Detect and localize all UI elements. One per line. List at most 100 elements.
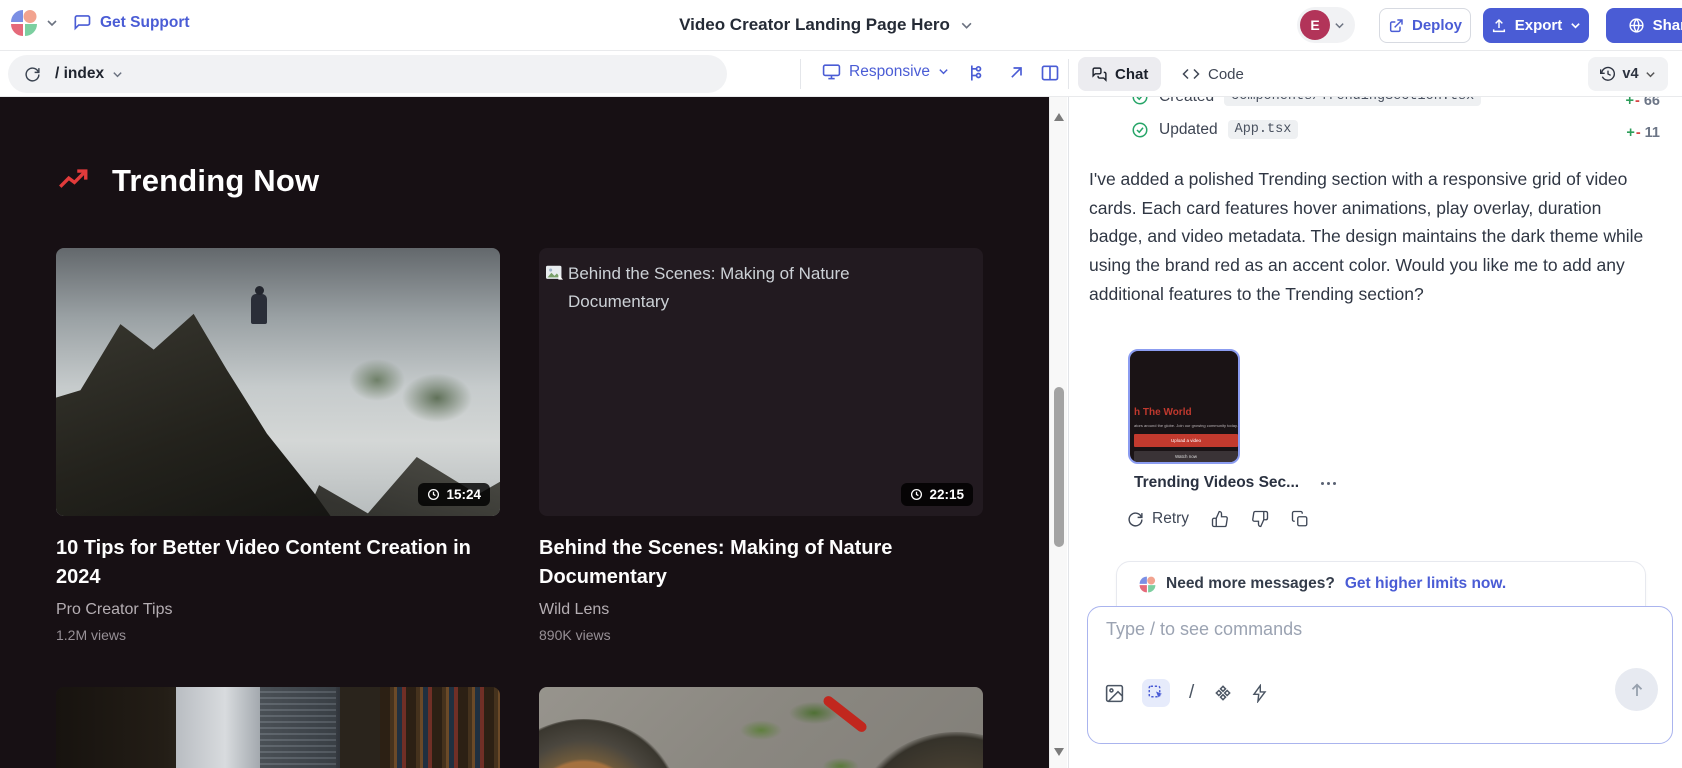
video-thumbnail[interactable] [539, 687, 983, 768]
duration-badge: 22:15 [901, 483, 973, 506]
attach-image-icon[interactable] [1104, 683, 1125, 704]
component-icon[interactable] [966, 63, 986, 83]
scroll-up-arrow[interactable] [1054, 113, 1064, 121]
more-options-icon[interactable] [1317, 478, 1340, 489]
check-circle-icon [1131, 121, 1149, 139]
send-button[interactable] [1615, 668, 1658, 711]
device-label: Responsive [849, 63, 930, 81]
message-input[interactable] [1106, 619, 1566, 659]
share-label: Share [1653, 17, 1682, 34]
code-icon [1182, 65, 1200, 83]
clock-icon [427, 488, 440, 501]
arrow-up-icon [1628, 681, 1646, 699]
attachment-thumbnail[interactable]: h The World ators around the globe. Join… [1128, 349, 1240, 464]
figma-diamonds-icon[interactable] [1213, 683, 1233, 703]
retry-label: Retry [1152, 510, 1189, 528]
export-button[interactable]: Export [1483, 8, 1589, 43]
history-icon [1600, 66, 1616, 82]
account-menu[interactable]: E [1297, 7, 1355, 43]
device-chevron-down-icon [938, 66, 949, 77]
deploy-button[interactable]: Deploy [1379, 8, 1471, 43]
file-name-chip: components/TrendingSection.tsx [1224, 97, 1481, 106]
preview-scrollbar[interactable] [1049, 97, 1067, 768]
message-actions: Retry [1127, 510, 1309, 528]
get-support-label: Get Support [100, 14, 190, 32]
divider [800, 59, 801, 89]
app-logo-icon[interactable] [10, 9, 38, 37]
video-card[interactable]: 15:24 10 Tips for Better Video Content C… [56, 248, 500, 643]
export-chevron-down-icon [1570, 20, 1581, 31]
duration-badge: 15:24 [418, 483, 490, 506]
avatar-chevron-down-icon [1334, 20, 1345, 31]
image-alt-text: Behind the Scenes: Making of Nature Docu… [568, 260, 884, 316]
diff-stats: +-11 [1626, 125, 1660, 141]
clock-icon [910, 488, 923, 501]
device-selector[interactable]: Responsive [822, 62, 949, 81]
attachment-label: Trending Videos Sec... [1134, 474, 1299, 492]
url-bar[interactable]: / index [8, 55, 727, 93]
file-action: Updated [1159, 121, 1218, 139]
scroll-down-arrow[interactable] [1054, 748, 1064, 756]
broken-image-icon [545, 265, 564, 316]
chat-panel: Created components/TrendingSection.tsx +… [1068, 97, 1682, 768]
retry-button[interactable]: Retry [1127, 510, 1189, 528]
video-thumbnail[interactable] [56, 687, 500, 768]
get-higher-limits-link[interactable]: Get higher limits now. [1345, 575, 1506, 593]
external-link-icon [1388, 18, 1404, 34]
share-button[interactable]: Share [1606, 8, 1682, 43]
mountain-photo-image [56, 248, 500, 516]
export-label: Export [1515, 17, 1563, 34]
message-composer[interactable]: / [1087, 606, 1673, 744]
tab-chat-label: Chat [1115, 66, 1148, 83]
lightning-icon[interactable] [1250, 684, 1269, 703]
slash-command-icon[interactable]: / [1187, 682, 1196, 704]
point-and-edit-tool[interactable] [1142, 679, 1170, 707]
video-title[interactable]: Behind the Scenes: Making of Nature Docu… [539, 534, 983, 592]
file-action: Created [1159, 97, 1214, 106]
video-card[interactable] [539, 687, 983, 768]
document-title-menu[interactable]: Video Creator Landing Page Hero [679, 15, 973, 35]
video-title[interactable]: 10 Tips for Better Video Content Creatio… [56, 534, 500, 592]
globe-icon [1628, 17, 1645, 34]
version-history-menu[interactable]: v4 [1588, 57, 1668, 91]
route-path[interactable]: / index [55, 65, 123, 83]
scrollbar-thumb[interactable] [1054, 387, 1064, 547]
upload-icon [1491, 18, 1507, 34]
thumbs-up-icon[interactable] [1211, 510, 1229, 528]
divider [1068, 59, 1069, 89]
logo-chevron-down-icon[interactable] [46, 17, 58, 29]
preview-toolbar: / index Responsive [0, 51, 1682, 97]
version-label: v4 [1622, 66, 1638, 82]
file-name-chip: App.tsx [1228, 120, 1299, 139]
tab-code[interactable]: Code [1182, 57, 1244, 91]
diff-stats: +-66 [1626, 97, 1660, 109]
check-circle-icon [1131, 97, 1149, 106]
video-card[interactable]: Behind the Scenes: Making of Nature Docu… [539, 248, 983, 643]
video-channel: Pro Creator Tips [56, 601, 500, 619]
video-card[interactable] [56, 687, 500, 768]
video-views: 890K views [539, 627, 983, 643]
banner-text: Need more messages? [1166, 575, 1335, 593]
chat-bubble-icon [72, 13, 92, 33]
food-photo-image [539, 687, 983, 768]
path-chevron-down-icon [112, 69, 123, 80]
site-preview-panel: Trending Now 15:24 10 Tips for Better Vi… [0, 97, 1049, 768]
deploy-label: Deploy [1412, 17, 1462, 34]
open-in-new-icon[interactable] [1006, 63, 1026, 83]
select-cursor-icon [1147, 684, 1165, 702]
copy-icon[interactable] [1291, 510, 1309, 528]
chat-bubbles-icon [1091, 66, 1108, 83]
thumbs-down-icon[interactable] [1251, 510, 1269, 528]
file-change-row[interactable]: Created components/TrendingSection.tsx [1131, 97, 1481, 106]
file-change-row[interactable]: Updated App.tsx [1131, 120, 1298, 139]
title-chevron-down-icon [960, 19, 973, 32]
split-columns-icon[interactable] [1040, 63, 1060, 83]
video-thumbnail[interactable]: 15:24 [56, 248, 500, 516]
app-header: Get Support Video Creator Landing Page H… [0, 0, 1682, 51]
avatar: E [1300, 10, 1330, 40]
video-thumbnail[interactable]: Behind the Scenes: Making of Nature Docu… [539, 248, 983, 516]
monitor-icon [822, 62, 841, 81]
tab-chat[interactable]: Chat [1078, 57, 1161, 91]
get-support-link[interactable]: Get Support [72, 13, 190, 33]
refresh-icon[interactable] [24, 66, 41, 83]
